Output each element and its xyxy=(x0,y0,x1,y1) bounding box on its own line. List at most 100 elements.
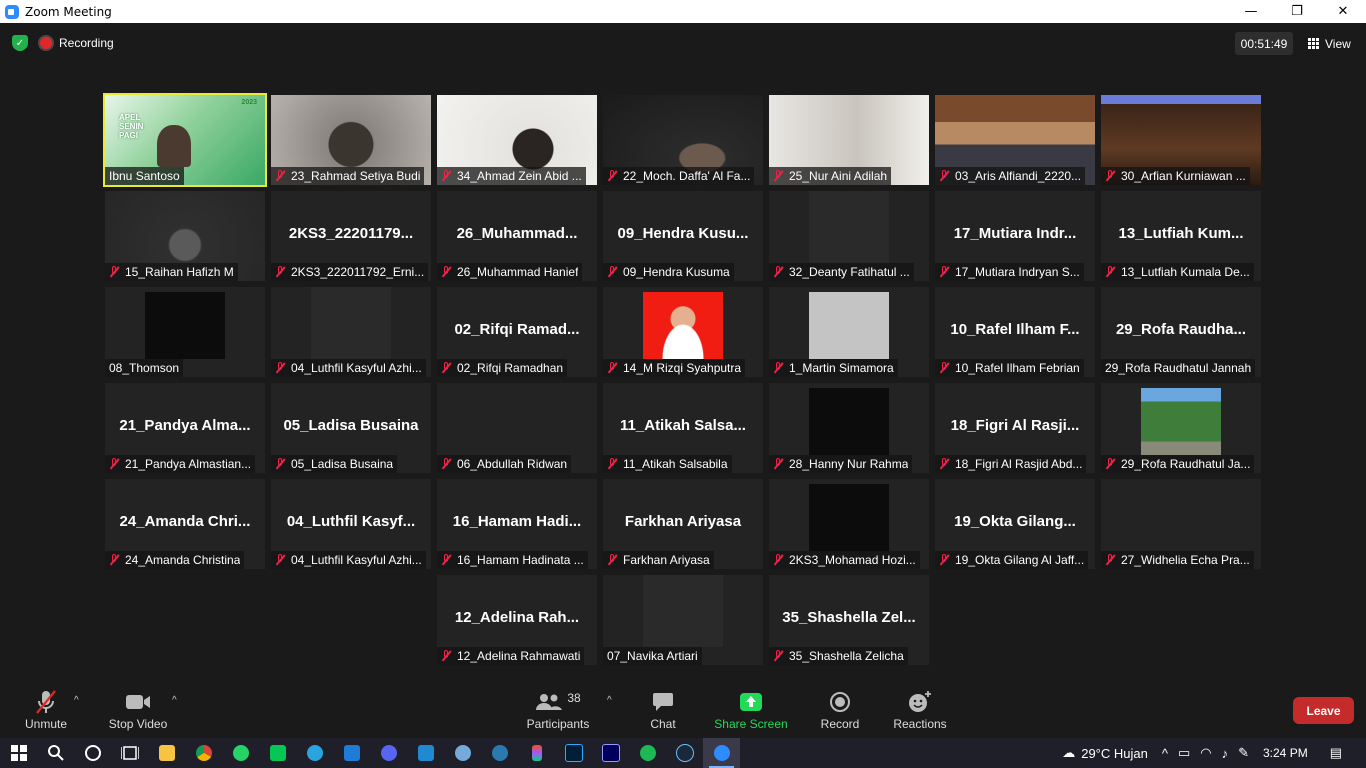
participant-tile[interactable]: 11_Atikah Salsa... 11_Atikah Salsabila xyxy=(603,383,763,473)
participant-tile[interactable]: 12_Adelina Rah... 12_Adelina Rahmawati xyxy=(437,575,597,665)
participant-name: 06_Abdullah Ridwan xyxy=(457,457,568,471)
chrome-icon[interactable] xyxy=(185,738,222,768)
participant-tile[interactable]: 30_Arfian Kurniawan ... xyxy=(1101,95,1261,185)
participant-tile[interactable]: 09_Hendra Kusu... 09_Hendra Kusuma xyxy=(603,191,763,281)
sigma-app-icon[interactable] xyxy=(481,738,518,768)
participant-tile[interactable]: 05_Ladisa Busaina 05_Ladisa Busaina xyxy=(271,383,431,473)
whatsapp-icon[interactable] xyxy=(222,738,259,768)
figma-icon[interactable] xyxy=(518,738,555,768)
participant-video xyxy=(643,292,723,359)
participant-tile[interactable]: 04_Luthfil Kasyful Azhi... xyxy=(271,287,431,377)
participant-tile[interactable]: 15_Raihan Hafizh M xyxy=(105,191,265,281)
participant-tile[interactable]: 24_Amanda Chri... 24_Amanda Christina xyxy=(105,479,265,569)
participants-button[interactable]: 38 Participants xyxy=(522,683,594,738)
participant-display-name: 16_Hamam Hadi... xyxy=(452,513,582,530)
vscode-icon[interactable] xyxy=(407,738,444,768)
volume-icon[interactable]: ♪ xyxy=(1222,746,1229,761)
participant-tile[interactable]: 28_Hanny Nur Rahma xyxy=(769,383,929,473)
weather-cloud-icon[interactable]: ☁ xyxy=(1062,745,1075,761)
participant-tile[interactable]: 08_Thomson xyxy=(105,287,265,377)
chat-button[interactable]: Chat xyxy=(640,683,686,738)
participant-tile[interactable]: 29_Rofa Raudha... 29_Rofa Raudhatul Janna… xyxy=(1101,287,1261,377)
unmute-button[interactable]: Unmute xyxy=(20,683,72,738)
participants-options-chevron-icon[interactable]: ^ xyxy=(607,695,612,706)
participant-tile[interactable]: 03_Aris Alfiandi_2220... xyxy=(935,95,1095,185)
share-screen-button[interactable]: Share Screen xyxy=(712,683,790,738)
r-studio-icon[interactable] xyxy=(444,738,481,768)
cortana-icon[interactable] xyxy=(74,738,111,768)
task-view-icon[interactable] xyxy=(111,738,148,768)
participant-tile[interactable]: 23_Rahmad Setiya Budi xyxy=(271,95,431,185)
participant-tile[interactable]: APEL SENIN PAGI 2023 Ibnu Santoso xyxy=(103,93,267,187)
participant-tile[interactable]: 10_Rafel Ilham F... 10_Rafel Ilham Febria… xyxy=(935,287,1095,377)
participant-name-label: 1_Martin Simamora xyxy=(769,359,898,377)
participant-tile[interactable]: 25_Nur Aini Adilah xyxy=(769,95,929,185)
participant-tile[interactable]: 22_Moch. Daffa' Al Fa... xyxy=(603,95,763,185)
participant-tile[interactable]: 19_Okta Gilang... 19_Okta Gilang Al Jaff.… xyxy=(935,479,1095,569)
participant-tile[interactable]: 1_Martin Simamora xyxy=(769,287,929,377)
mail-icon[interactable] xyxy=(333,738,370,768)
wifi-icon[interactable]: ◠ xyxy=(1200,745,1211,761)
participant-tile[interactable]: 18_Figri Al Rasji... 18_Figri Al Rasjid A… xyxy=(935,383,1095,473)
weather-text[interactable]: 29°C Hujan xyxy=(1081,746,1148,761)
participant-name: 2KS3_Mohamad Hozi... xyxy=(789,553,916,567)
audio-options-chevron-icon[interactable]: ^ xyxy=(74,695,79,706)
participant-tile[interactable]: 17_Mutiara Indr... 17_Mutiara Indryan S..… xyxy=(935,191,1095,281)
participant-tile[interactable]: 07_Navika Artiari xyxy=(603,575,763,665)
reactions-button[interactable]: Reactions xyxy=(890,683,950,738)
windows-start-icon[interactable] xyxy=(0,738,37,768)
participant-tile[interactable]: 04_Luthfil Kasyf... 04_Luthfil Kasyful Az… xyxy=(271,479,431,569)
participant-tile[interactable]: 14_M Rizqi Syahputra xyxy=(603,287,763,377)
participant-name: 08_Thomson xyxy=(109,361,180,375)
participant-tile[interactable]: 13_Lutfiah Kum... 13_Lutfiah Kumala De... xyxy=(1101,191,1261,281)
muted-mic-icon xyxy=(1105,266,1115,278)
participant-tile[interactable]: 35_Shashella Zel... 35_Shashella Zelicha xyxy=(769,575,929,665)
premiere-icon[interactable] xyxy=(592,738,629,768)
participant-name-label: 29_Rofa Raudhatul Jannah xyxy=(1101,359,1256,377)
leave-button[interactable]: Leave xyxy=(1293,697,1354,724)
stop-video-button[interactable]: Stop Video xyxy=(104,683,172,738)
telegram-icon[interactable] xyxy=(296,738,333,768)
spotify-icon[interactable] xyxy=(629,738,666,768)
notifications-icon[interactable]: ▤ xyxy=(1330,745,1342,761)
participant-tile[interactable]: 2KS3_Mohamad Hozi... xyxy=(769,479,929,569)
file-explorer-icon[interactable] xyxy=(148,738,185,768)
recording-indicator[interactable]: Recording xyxy=(40,33,114,53)
participant-tile[interactable]: Farkhan Ariyasa Farkhan Ariyasa xyxy=(603,479,763,569)
clock-time[interactable]: 3:24 PM xyxy=(1263,746,1308,760)
participant-display-name: 35_Shashella Zel... xyxy=(782,609,916,626)
zoom-taskbar-icon[interactable] xyxy=(703,738,740,768)
search-icon[interactable] xyxy=(37,738,74,768)
discord-icon[interactable] xyxy=(370,738,407,768)
tray-chevron-icon[interactable]: ^ xyxy=(1162,746,1168,761)
photoshop-icon[interactable] xyxy=(555,738,592,768)
battery-icon[interactable]: ▭ xyxy=(1178,745,1190,761)
participant-tile[interactable]: 26_Muhammad... 26_Muhammad Hanief xyxy=(437,191,597,281)
participant-display-name: 18_Figri Al Rasji... xyxy=(950,417,1080,434)
participant-tile[interactable]: 34_Ahmad Zein Abid ... xyxy=(437,95,597,185)
maximize-button[interactable]: ❐ xyxy=(1274,0,1320,23)
participant-tile[interactable]: 21_Pandya Alma... 21_Pandya Almastian... xyxy=(105,383,265,473)
participant-tile[interactable]: 27_Widhelia Echa Pra... xyxy=(1101,479,1261,569)
record-icon xyxy=(829,689,851,715)
video-options-chevron-icon[interactable]: ^ xyxy=(172,695,177,706)
participant-tile[interactable]: 02_Rifqi Ramad... 02_Rifqi Ramadhan xyxy=(437,287,597,377)
pen-icon[interactable]: ✎ xyxy=(1238,745,1249,761)
view-label: View xyxy=(1325,36,1351,51)
participant-tile[interactable]: 2KS3_22201179... 2KS3_222011792_Erni... xyxy=(271,191,431,281)
participant-tile[interactable]: 32_Deanty Fatihatul ... xyxy=(769,191,929,281)
encryption-shield-icon[interactable]: ✓ xyxy=(12,35,28,51)
participant-tile[interactable]: 16_Hamam Hadi... 16_Hamam Hadinata ... xyxy=(437,479,597,569)
muted-mic-icon xyxy=(1105,458,1115,470)
participant-tile[interactable]: 06_Abdullah Ridwan xyxy=(437,383,597,473)
participant-tile[interactable]: 29_Rofa Raudhatul Ja... xyxy=(1101,383,1261,473)
steam-icon[interactable] xyxy=(666,738,703,768)
minimize-button[interactable]: — xyxy=(1228,0,1274,23)
close-button[interactable]: ✕ xyxy=(1320,0,1366,23)
participant-name-label: 06_Abdullah Ridwan xyxy=(437,455,572,473)
participant-name-label: 02_Rifqi Ramadhan xyxy=(437,359,568,377)
participant-video xyxy=(809,191,889,263)
record-button[interactable]: Record xyxy=(816,683,864,738)
line-icon[interactable] xyxy=(259,738,296,768)
view-button[interactable]: View xyxy=(1300,32,1359,55)
